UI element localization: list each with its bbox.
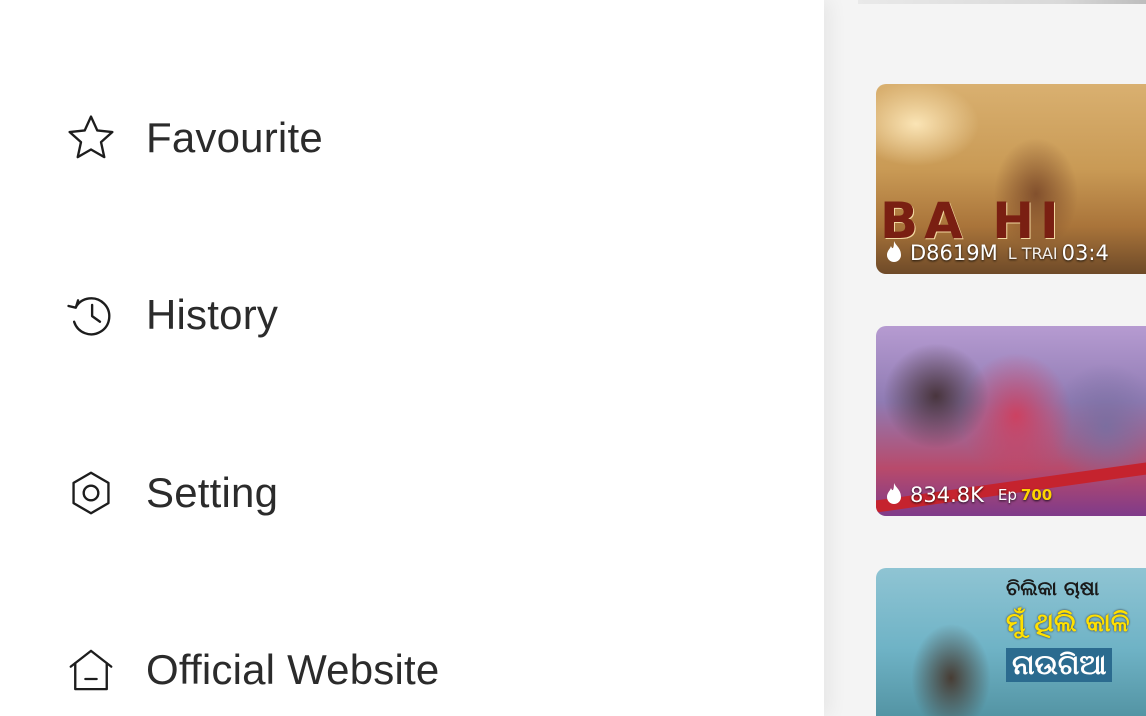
video-list: BA HI D8619M L TRAI 03:4 834.8K Ep 700 ଚ… (824, 0, 1146, 716)
settings-hexagon-icon (62, 464, 120, 522)
menu-item-official-website[interactable]: Official Website (62, 635, 439, 705)
menu-item-label: Favourite (146, 114, 323, 161)
episode-badge: Ep 700 (998, 486, 1052, 504)
menu-item-label: Official Website (146, 646, 440, 693)
video-stats: D8619M L TRAI 03:4 (882, 240, 1109, 266)
thumbnail-caption: ମୁଁ ଥିଲି କାଳି (1006, 608, 1130, 638)
screen: Favourite History Setting Official Websi… (0, 0, 1146, 716)
home-icon (62, 641, 120, 699)
menu-item-setting[interactable]: Setting (62, 458, 278, 528)
episode-prefix: Ep (997, 486, 1017, 504)
menu-item-history[interactable]: History (62, 280, 278, 350)
menu-item-favourite[interactable]: Favourite (62, 103, 323, 173)
thumbnail-caption: ନାଉଗିଆ (1006, 648, 1113, 682)
divider (858, 0, 1146, 4)
thumbnail-caption: ଚିଲିକା ଚାଷା (1006, 576, 1100, 600)
video-stats: 834.8K Ep 700 (882, 482, 1052, 508)
flame-icon (882, 240, 906, 266)
video-thumbnail[interactable]: BA HI D8619M L TRAI 03:4 (876, 84, 1146, 274)
menu-item-label: Setting (146, 469, 279, 516)
video-duration: 03:4 (1061, 241, 1109, 265)
view-count: 834.8K (910, 483, 984, 507)
flame-icon (882, 482, 906, 508)
video-thumbnail[interactable]: ଚିଲିକା ଚାଷା ମୁଁ ଥିଲି କାଳି ନାଉଗିଆ (876, 568, 1146, 716)
view-count: D8619M (910, 241, 998, 265)
star-icon (62, 109, 120, 167)
video-tag: L TRAI (1007, 243, 1058, 263)
video-thumbnail[interactable]: 834.8K Ep 700 (876, 326, 1146, 516)
navigation-drawer: Favourite History Setting Official Websi… (0, 0, 824, 716)
episode-number: 700 (1020, 486, 1053, 504)
history-icon (62, 286, 120, 344)
menu-item-label: History (146, 291, 279, 338)
